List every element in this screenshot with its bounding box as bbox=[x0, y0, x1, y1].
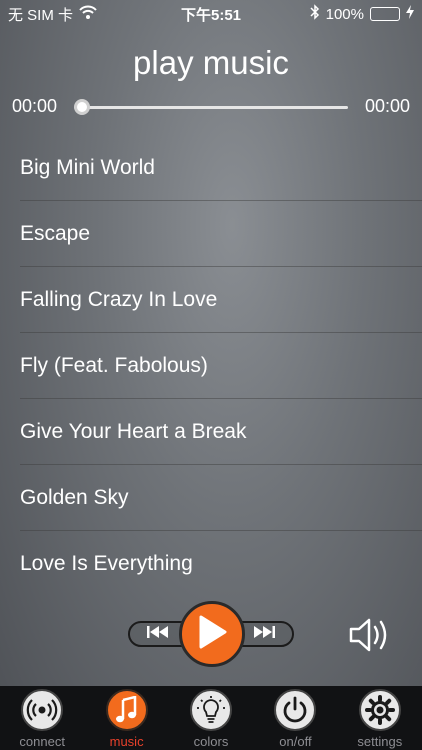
song-item[interactable]: Fly (Feat. Fabolous) bbox=[20, 333, 422, 399]
status-bar: 无 SIM 卡 下午5:51 100% bbox=[0, 0, 422, 28]
lightbulb-icon bbox=[190, 689, 233, 731]
play-icon bbox=[197, 615, 227, 654]
volume-button[interactable] bbox=[348, 615, 396, 655]
tab-bar: connect music colors on/off settings bbox=[0, 686, 422, 750]
song-item[interactable]: Big Mini World bbox=[20, 135, 422, 201]
carrier-label: 无 SIM 卡 bbox=[8, 6, 74, 24]
bluetooth-icon bbox=[310, 4, 320, 24]
previous-button[interactable] bbox=[143, 621, 173, 647]
total-time: 00:00 bbox=[364, 96, 410, 116]
tab-music[interactable]: music bbox=[84, 686, 168, 750]
tab-on-off[interactable]: on/off bbox=[253, 686, 337, 750]
power-icon bbox=[274, 689, 317, 731]
next-button[interactable] bbox=[249, 621, 279, 647]
elapsed-time: 00:00 bbox=[12, 96, 58, 116]
tab-colors[interactable]: colors bbox=[169, 686, 253, 750]
song-item[interactable]: Golden Sky bbox=[20, 465, 422, 531]
music-note-icon bbox=[105, 689, 148, 731]
progress-thumb[interactable] bbox=[74, 99, 90, 115]
tab-label: music bbox=[109, 734, 144, 749]
volume-icon bbox=[348, 618, 396, 659]
wifi-icon bbox=[79, 5, 97, 23]
previous-icon bbox=[147, 625, 169, 643]
song-list: Big Mini World Escape Falling Crazy In L… bbox=[0, 135, 422, 597]
page-title: play music bbox=[133, 44, 289, 81]
play-button[interactable] bbox=[179, 601, 245, 667]
progress-track[interactable] bbox=[74, 106, 348, 109]
battery-percent: 100% bbox=[325, 5, 364, 23]
song-item[interactable]: Escape bbox=[20, 201, 422, 267]
broadcast-icon bbox=[21, 689, 64, 731]
progress-row: 00:00 00:00 bbox=[0, 92, 422, 122]
charging-icon bbox=[406, 5, 414, 23]
tab-connect[interactable]: connect bbox=[0, 686, 84, 750]
next-icon bbox=[253, 625, 275, 643]
song-item[interactable]: Love Is Everything bbox=[20, 531, 422, 597]
song-item[interactable]: Falling Crazy In Love bbox=[20, 267, 422, 333]
tab-label: settings bbox=[357, 734, 403, 749]
song-item[interactable]: Give Your Heart a Break bbox=[20, 399, 422, 465]
tab-label: colors bbox=[193, 734, 229, 749]
player-controls bbox=[0, 601, 422, 667]
tab-label: connect bbox=[19, 734, 65, 749]
tab-label: on/off bbox=[279, 734, 312, 749]
battery-icon bbox=[370, 7, 400, 21]
tab-settings[interactable]: settings bbox=[338, 686, 422, 750]
gear-icon bbox=[358, 689, 401, 731]
